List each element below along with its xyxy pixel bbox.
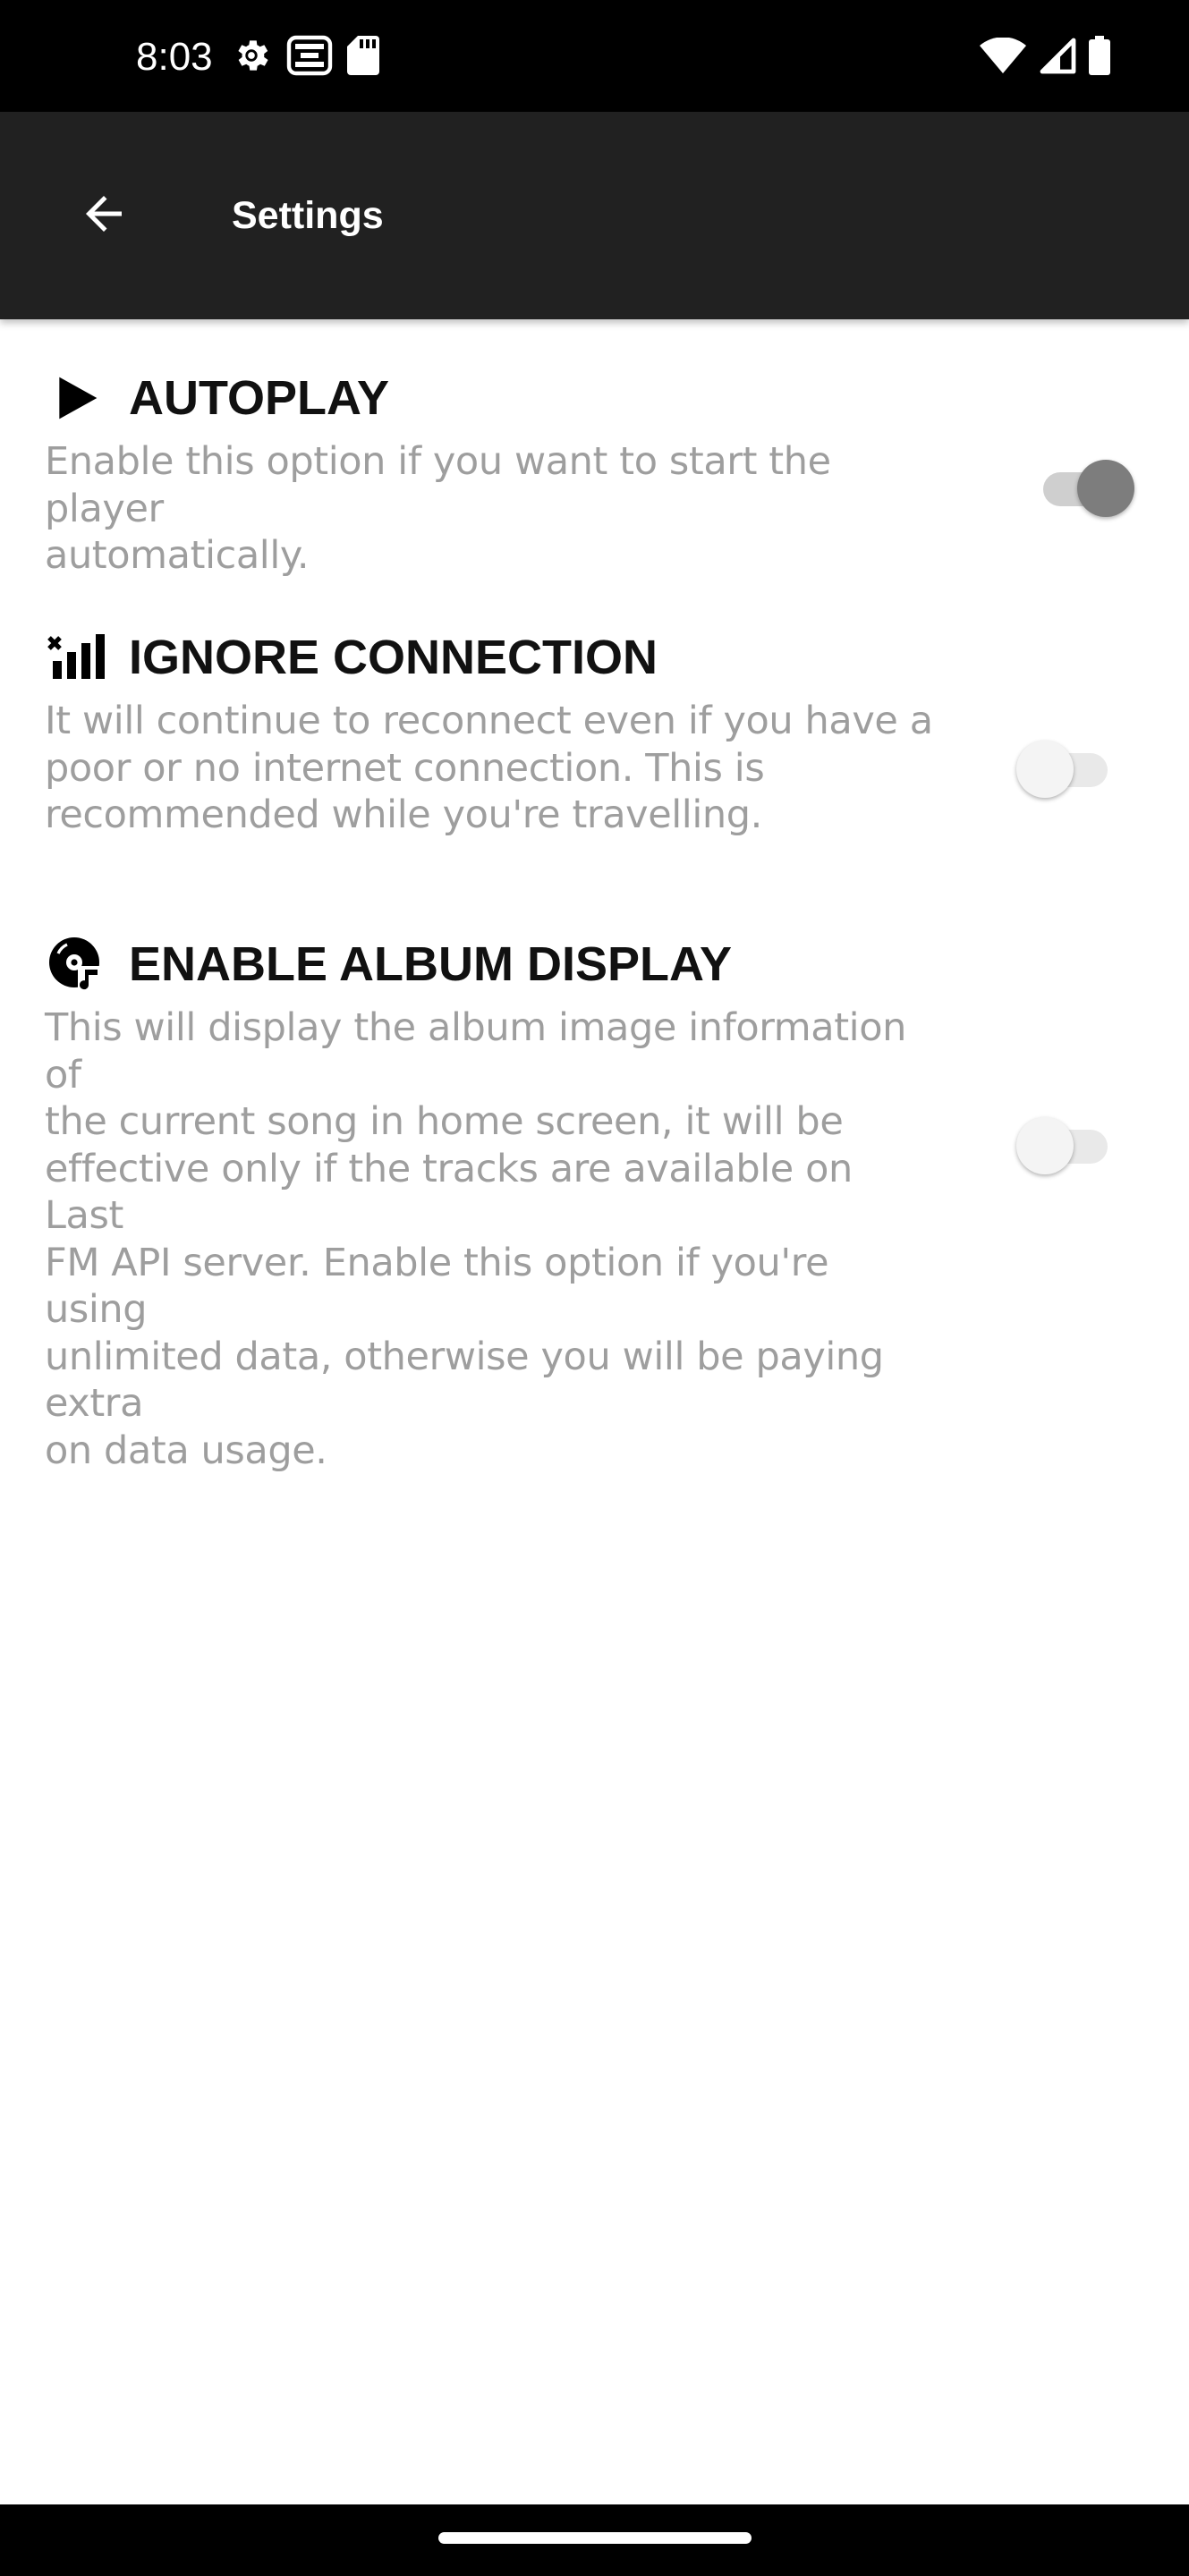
autoplay-toggle[interactable] (1036, 450, 1134, 521)
status-bar: 8:03 (0, 0, 1189, 112)
enable-album-display-toggle[interactable] (1016, 1107, 1115, 1179)
setting-title: ENABLE ALBUM DISPLAY (129, 937, 733, 991)
setting-title: IGNORE CONNECTION (129, 631, 658, 684)
setting-title: AUTOPLAY (129, 371, 390, 425)
setting-item-enable-album-display: ENABLE ALBUM DISPLAY This will display t… (0, 933, 1189, 1473)
setting-description: This will display the album image inform… (45, 1005, 906, 1473)
signal-off-icon (45, 626, 107, 689)
battery-icon (1089, 35, 1110, 80)
setting-item-ignore-connection: IGNORE CONNECTION It will continue to re… (0, 626, 1189, 859)
status-time: 8:03 (136, 35, 213, 79)
back-button[interactable] (63, 174, 145, 257)
wifi-icon (980, 36, 1026, 78)
setting-item-autoplay: AUTOPLAY Enable this option if you want … (0, 367, 1189, 578)
status-right-icons (980, 34, 1110, 80)
navigation-bar (0, 2504, 1189, 2576)
app-bar: Settings (0, 112, 1189, 319)
ignore-connection-toggle[interactable] (1016, 731, 1115, 802)
switch-thumb (1016, 741, 1074, 798)
status-left-icons (231, 34, 379, 80)
gear-icon (231, 35, 272, 80)
arrow-left-icon (77, 187, 131, 245)
setting-description: Enable this option if you want to start … (45, 439, 831, 578)
page-title: Settings (232, 194, 384, 237)
setting-header: ENABLE ALBUM DISPLAY (45, 933, 732, 996)
sd-card-icon (347, 35, 379, 80)
switch-thumb (1016, 1117, 1074, 1174)
switch-thumb (1077, 460, 1134, 517)
setting-description: It will continue to reconnect even if yo… (45, 699, 933, 837)
album-disc-icon (45, 933, 107, 996)
home-gesture-handle[interactable] (438, 2532, 752, 2544)
play-icon (45, 367, 107, 429)
setting-header: AUTOPLAY (45, 367, 389, 429)
cell-signal-icon (1039, 37, 1076, 79)
setting-header: IGNORE CONNECTION (45, 626, 658, 689)
notification-app-icon (286, 35, 333, 80)
